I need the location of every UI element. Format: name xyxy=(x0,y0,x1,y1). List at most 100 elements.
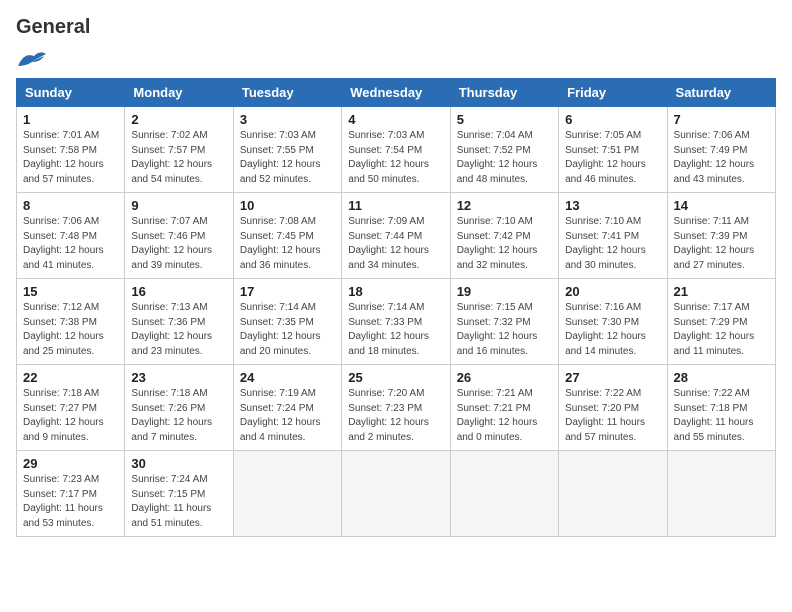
calendar-cell: 11 Sunrise: 7:09 AM Sunset: 7:44 PM Dayli… xyxy=(342,193,450,279)
calendar-week-4: 22 Sunrise: 7:18 AM Sunset: 7:27 PM Dayli… xyxy=(17,365,776,451)
day-info: Sunrise: 7:11 AM Sunset: 7:39 PM Dayligh… xyxy=(674,215,769,273)
calendar-cell: 25 Sunrise: 7:20 AM Sunset: 7:23 PM Dayli… xyxy=(342,365,450,451)
day-info: Sunrise: 7:03 AM Sunset: 7:54 PM Dayligh… xyxy=(348,129,443,187)
calendar-cell: 6 Sunrise: 7:05 AM Sunset: 7:51 PM Daylig… xyxy=(559,107,667,193)
calendar-cell: 30 Sunrise: 7:24 AM Sunset: 7:15 PM Dayli… xyxy=(125,451,233,537)
day-number: 6 xyxy=(565,112,660,127)
calendar-cell xyxy=(667,451,775,537)
day-number: 22 xyxy=(23,370,118,385)
day-number: 12 xyxy=(457,198,552,213)
calendar-cell: 18 Sunrise: 7:14 AM Sunset: 7:33 PM Dayli… xyxy=(342,279,450,365)
day-info: Sunrise: 7:04 AM Sunset: 7:52 PM Dayligh… xyxy=(457,129,552,187)
col-header-monday: Monday xyxy=(125,79,233,107)
col-header-thursday: Thursday xyxy=(450,79,558,107)
calendar-table: SundayMondayTuesdayWednesdayThursdayFrid… xyxy=(16,78,776,537)
page-header: General xyxy=(16,16,776,70)
day-info: Sunrise: 7:18 AM Sunset: 7:27 PM Dayligh… xyxy=(23,387,118,445)
day-info: Sunrise: 7:06 AM Sunset: 7:48 PM Dayligh… xyxy=(23,215,118,273)
day-info: Sunrise: 7:14 AM Sunset: 7:33 PM Dayligh… xyxy=(348,301,443,359)
day-info: Sunrise: 7:10 AM Sunset: 7:41 PM Dayligh… xyxy=(565,215,660,273)
day-number: 17 xyxy=(240,284,335,299)
logo: General xyxy=(16,16,64,70)
day-info: Sunrise: 7:23 AM Sunset: 7:17 PM Dayligh… xyxy=(23,473,118,531)
calendar-cell: 24 Sunrise: 7:19 AM Sunset: 7:24 PM Dayli… xyxy=(233,365,341,451)
day-number: 19 xyxy=(457,284,552,299)
calendar-cell xyxy=(450,451,558,537)
calendar-cell: 16Sunrise: 7:13 AM Sunset: 7:36 PM Dayli… xyxy=(125,279,233,365)
calendar-cell: 20Sunrise: 7:16 AM Sunset: 7:30 PM Dayli… xyxy=(559,279,667,365)
col-header-wednesday: Wednesday xyxy=(342,79,450,107)
calendar-cell xyxy=(559,451,667,537)
day-number: 20 xyxy=(565,284,660,299)
calendar-cell: 3 Sunrise: 7:03 AM Sunset: 7:55 PM Daylig… xyxy=(233,107,341,193)
calendar-cell: 19 Sunrise: 7:15 AM Sunset: 7:32 PM Dayli… xyxy=(450,279,558,365)
day-number: 30 xyxy=(131,456,226,471)
calendar-cell: 17 Sunrise: 7:14 AM Sunset: 7:35 PM Dayli… xyxy=(233,279,341,365)
day-info: Sunrise: 7:24 AM Sunset: 7:15 PM Dayligh… xyxy=(131,473,226,531)
col-header-friday: Friday xyxy=(559,79,667,107)
col-header-saturday: Saturday xyxy=(667,79,775,107)
day-number: 1 xyxy=(23,112,118,127)
day-info: Sunrise: 7:22 AM Sunset: 7:18 PM Dayligh… xyxy=(674,387,769,445)
day-info: Sunrise: 7:13 AM Sunset: 7:36 PM Dayligh… xyxy=(131,301,226,359)
day-number: 25 xyxy=(348,370,443,385)
col-header-tuesday: Tuesday xyxy=(233,79,341,107)
day-number: 24 xyxy=(240,370,335,385)
calendar-cell: 14 Sunrise: 7:11 AM Sunset: 7:39 PM Dayli… xyxy=(667,193,775,279)
calendar-cell: 12 Sunrise: 7:10 AM Sunset: 7:42 PM Dayli… xyxy=(450,193,558,279)
calendar-week-1: 1 Sunrise: 7:01 AM Sunset: 7:58 PM Daylig… xyxy=(17,107,776,193)
calendar-cell: 4Sunrise: 7:03 AM Sunset: 7:54 PM Daylig… xyxy=(342,107,450,193)
day-info: Sunrise: 7:21 AM Sunset: 7:21 PM Dayligh… xyxy=(457,387,552,445)
calendar-cell: 23 Sunrise: 7:18 AM Sunset: 7:26 PM Dayli… xyxy=(125,365,233,451)
day-number: 15 xyxy=(23,284,118,299)
day-info: Sunrise: 7:01 AM Sunset: 7:58 PM Dayligh… xyxy=(23,129,118,187)
col-header-sunday: Sunday xyxy=(17,79,125,107)
calendar-week-2: 8 Sunrise: 7:06 AM Sunset: 7:48 PM Daylig… xyxy=(17,193,776,279)
day-info: Sunrise: 7:17 AM Sunset: 7:29 PM Dayligh… xyxy=(674,301,769,359)
calendar-cell xyxy=(233,451,341,537)
day-info: Sunrise: 7:18 AM Sunset: 7:26 PM Dayligh… xyxy=(131,387,226,445)
calendar-header-row: SundayMondayTuesdayWednesdayThursdayFrid… xyxy=(17,79,776,107)
day-number: 10 xyxy=(240,198,335,213)
day-number: 5 xyxy=(457,112,552,127)
day-number: 13 xyxy=(565,198,660,213)
day-info: Sunrise: 7:05 AM Sunset: 7:51 PM Dayligh… xyxy=(565,129,660,187)
day-info: Sunrise: 7:10 AM Sunset: 7:42 PM Dayligh… xyxy=(457,215,552,273)
day-info: Sunrise: 7:22 AM Sunset: 7:20 PM Dayligh… xyxy=(565,387,660,445)
calendar-cell: 10 Sunrise: 7:08 AM Sunset: 7:45 PM Dayli… xyxy=(233,193,341,279)
calendar-cell: 9 Sunrise: 7:07 AM Sunset: 7:46 PM Daylig… xyxy=(125,193,233,279)
day-number: 18 xyxy=(348,284,443,299)
day-info: Sunrise: 7:15 AM Sunset: 7:32 PM Dayligh… xyxy=(457,301,552,359)
day-info: Sunrise: 7:06 AM Sunset: 7:49 PM Dayligh… xyxy=(674,129,769,187)
calendar-cell: 28 Sunrise: 7:22 AM Sunset: 7:18 PM Dayli… xyxy=(667,365,775,451)
day-info: Sunrise: 7:08 AM Sunset: 7:45 PM Dayligh… xyxy=(240,215,335,273)
day-number: 11 xyxy=(348,198,443,213)
day-info: Sunrise: 7:20 AM Sunset: 7:23 PM Dayligh… xyxy=(348,387,443,445)
day-number: 28 xyxy=(674,370,769,385)
day-number: 29 xyxy=(23,456,118,471)
calendar-cell: 29 Sunrise: 7:23 AM Sunset: 7:17 PM Dayli… xyxy=(17,451,125,537)
day-info: Sunrise: 7:19 AM Sunset: 7:24 PM Dayligh… xyxy=(240,387,335,445)
day-number: 2 xyxy=(131,112,226,127)
calendar-cell: 27Sunrise: 7:22 AM Sunset: 7:20 PM Dayli… xyxy=(559,365,667,451)
calendar-cell: 7Sunrise: 7:06 AM Sunset: 7:49 PM Daylig… xyxy=(667,107,775,193)
day-info: Sunrise: 7:14 AM Sunset: 7:35 PM Dayligh… xyxy=(240,301,335,359)
calendar-cell xyxy=(342,451,450,537)
calendar-body: 1 Sunrise: 7:01 AM Sunset: 7:58 PM Daylig… xyxy=(17,107,776,537)
day-info: Sunrise: 7:02 AM Sunset: 7:57 PM Dayligh… xyxy=(131,129,226,187)
day-number: 23 xyxy=(131,370,226,385)
calendar-week-3: 15Sunrise: 7:12 AM Sunset: 7:38 PM Dayli… xyxy=(17,279,776,365)
day-number: 3 xyxy=(240,112,335,127)
calendar-week-5: 29 Sunrise: 7:23 AM Sunset: 7:17 PM Dayli… xyxy=(17,451,776,537)
calendar-cell: 21Sunrise: 7:17 AM Sunset: 7:29 PM Dayli… xyxy=(667,279,775,365)
calendar-cell: 2 Sunrise: 7:02 AM Sunset: 7:57 PM Daylig… xyxy=(125,107,233,193)
calendar-cell: 15Sunrise: 7:12 AM Sunset: 7:38 PM Dayli… xyxy=(17,279,125,365)
day-number: 8 xyxy=(23,198,118,213)
calendar-cell: 26Sunrise: 7:21 AM Sunset: 7:21 PM Dayli… xyxy=(450,365,558,451)
calendar-cell: 22 Sunrise: 7:18 AM Sunset: 7:27 PM Dayli… xyxy=(17,365,125,451)
day-info: Sunrise: 7:09 AM Sunset: 7:44 PM Dayligh… xyxy=(348,215,443,273)
day-info: Sunrise: 7:03 AM Sunset: 7:55 PM Dayligh… xyxy=(240,129,335,187)
day-info: Sunrise: 7:07 AM Sunset: 7:46 PM Dayligh… xyxy=(131,215,226,273)
day-number: 14 xyxy=(674,198,769,213)
day-number: 9 xyxy=(131,198,226,213)
